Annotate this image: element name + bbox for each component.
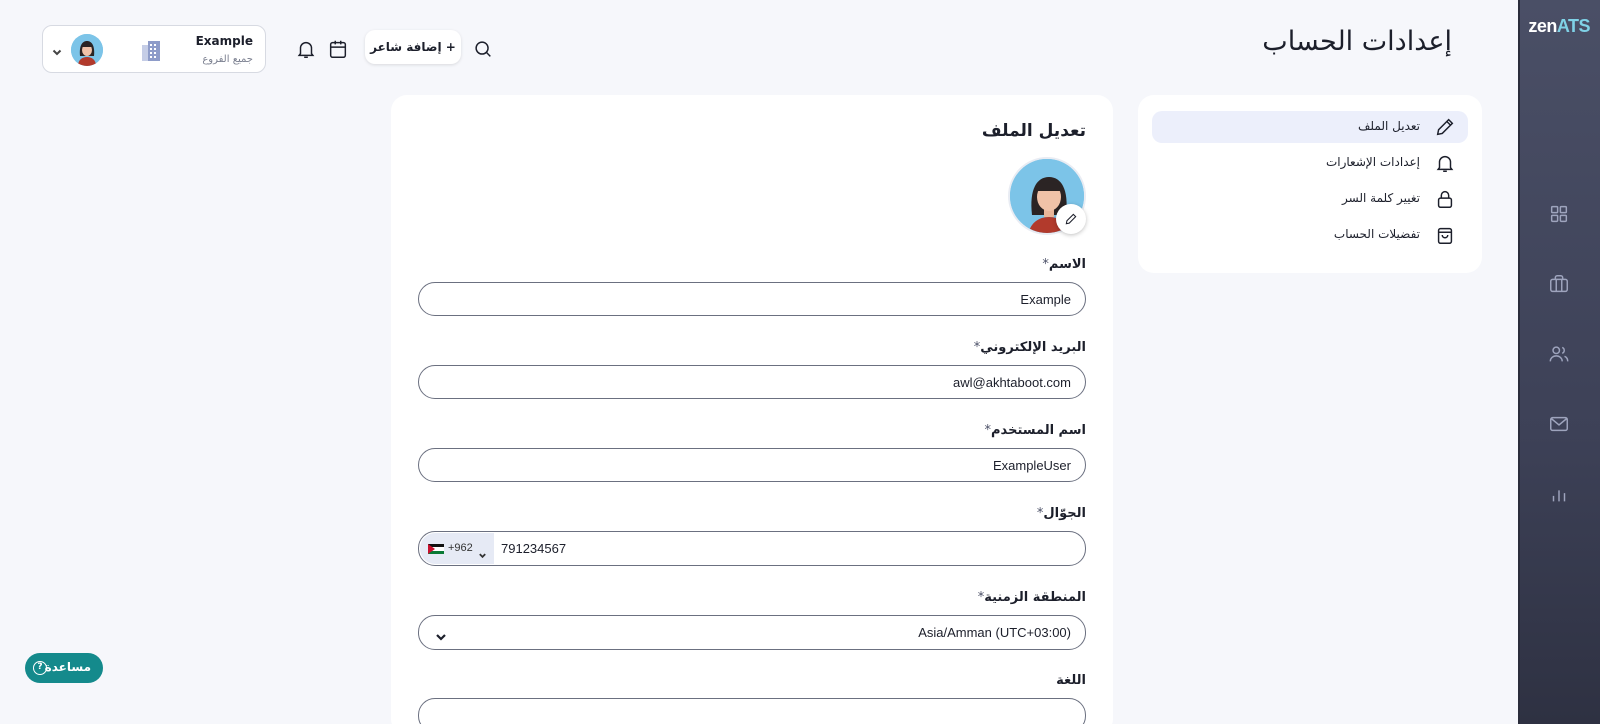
user-switcher[interactable]: Example جميع الفروع [42,25,266,73]
country-code-select[interactable]: +962 [420,533,494,564]
menu-item-change-password[interactable]: تغيير كلمة السر [1152,183,1468,215]
language-select[interactable] [418,698,1086,724]
jordan-flag-icon [428,544,444,554]
menu-item-account-preferences[interactable]: تفضيلات الحساب [1152,219,1468,251]
email-label: البريد الإلكتروني* [973,340,1086,355]
user-name: Example [195,34,253,48]
menu-item-label: إعدادات الإشعارات [1325,155,1420,169]
mobile-number: 791234567 [501,541,567,556]
bell-icon [1434,152,1456,174]
mail-icon[interactable] [1548,413,1570,435]
edit-profile-card: تعديل الملف الاسم* البريد الإلكتروني* اس… [391,95,1113,724]
building-icon [139,39,163,63]
language-label: اللغة [1056,673,1086,688]
branch-label: جميع الفروع [202,54,253,65]
shopping-bag-icon [1434,224,1456,246]
dashboard-icon[interactable] [1548,203,1570,225]
name-field[interactable] [418,282,1086,316]
username-label: اسم المستخدم* [984,423,1086,438]
lock-icon [1434,188,1456,210]
menu-item-label: تفضيلات الحساب [1333,227,1420,241]
search-icon[interactable] [472,38,494,60]
pencil-icon [1065,213,1077,225]
mobile-field[interactable]: +962 791234567 [418,531,1086,566]
menu-item-edit-profile[interactable]: تعديل الملف [1152,111,1468,143]
add-poet-button[interactable]: + إضافة شاعر [365,30,461,64]
pencil-icon [1434,116,1456,138]
menu-item-notification-settings[interactable]: إعدادات الإشعارات [1152,147,1468,179]
app-logo[interactable]: zenATS [1528,16,1590,37]
username-field[interactable] [418,448,1086,482]
settings-menu: تعديل الملف إعدادات الإشعارات تغيير كلمة… [1138,95,1482,273]
timezone-label: المنطقة الزمنية* [977,590,1086,605]
calendar-icon[interactable] [327,38,349,60]
menu-item-label: تعديل الملف [1358,119,1420,133]
mobile-label: الجوّال* [1036,506,1086,521]
chevron-down-icon [435,628,447,641]
help-button[interactable]: ? مساعدة [25,653,103,683]
chevron-down-icon [478,545,487,559]
edit-avatar-button[interactable] [1056,204,1086,234]
main-sidebar: zenATS [1518,0,1600,724]
chart-icon[interactable] [1548,483,1570,505]
menu-item-label: تغيير كلمة السر [1342,191,1420,205]
avatar [71,34,103,66]
name-label: الاسم* [1042,257,1086,272]
form-title: تعديل الملف [981,121,1086,141]
email-field[interactable] [418,365,1086,399]
users-icon[interactable] [1548,343,1570,365]
bell-icon[interactable] [295,38,317,60]
page-title: إعدادات الحساب [1262,26,1452,57]
help-label: مساعدة [44,660,91,674]
timezone-value: Asia/Amman (UTC+03:00) [918,625,1071,640]
briefcase-icon[interactable] [1548,273,1570,295]
chevron-down-icon [51,43,63,56]
country-code: +962 [448,542,473,554]
timezone-select[interactable]: Asia/Amman (UTC+03:00) [418,615,1086,650]
